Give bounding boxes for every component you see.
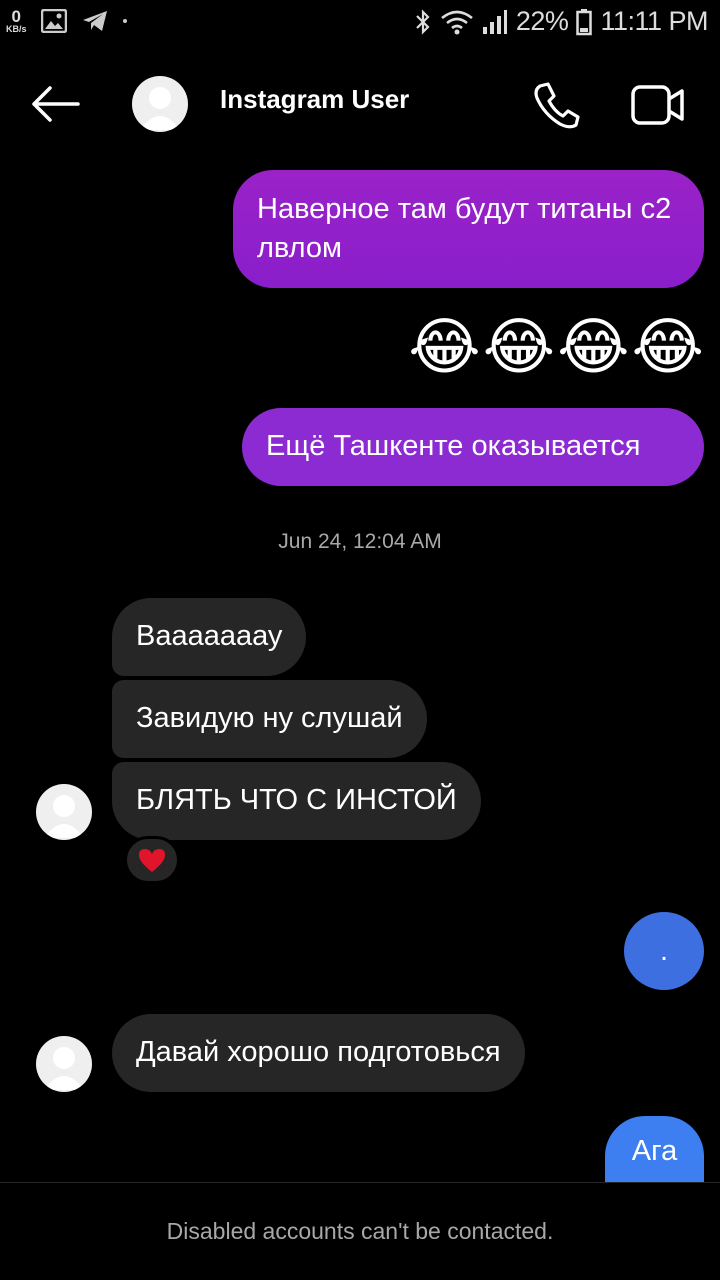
sender-avatar[interactable] xyxy=(36,1036,92,1092)
chat-screen: 0 KB/s 22% 11:11 PM Instagram User Навер… xyxy=(0,0,720,1280)
status-bar-left: 0 KB/s xyxy=(6,8,127,34)
gallery-icon xyxy=(40,9,67,33)
outgoing-emoji-message[interactable]: 😂 😂 😂 😂 xyxy=(408,310,704,386)
default-avatar-icon xyxy=(44,795,84,838)
back-arrow-icon[interactable] xyxy=(28,84,84,124)
telegram-icon xyxy=(82,11,107,31)
message-timestamp: Jun 24, 12:04 AM xyxy=(278,530,442,553)
contact-name[interactable]: Instagram User xyxy=(220,84,409,115)
composer-disabled-banner: Disabled accounts can't be contacted. xyxy=(0,1182,720,1280)
outgoing-message-text: . xyxy=(659,934,669,967)
tears-of-joy-emoji: 😂 xyxy=(557,313,630,382)
incoming-message[interactable]: Вааааааау xyxy=(112,598,307,676)
default-avatar-icon xyxy=(44,1047,84,1090)
disabled-account-notice: Disabled accounts can't be contacted. xyxy=(166,1218,554,1244)
heart-icon xyxy=(139,849,165,872)
incoming-message[interactable]: Завидую ну слушай xyxy=(112,680,427,758)
clock: 11:11 PM xyxy=(600,6,708,36)
network-speed: 0 KB/s xyxy=(6,8,27,34)
incoming-message[interactable]: БЛЯТЬ ЧТО С ИНСТОЙ xyxy=(112,762,481,840)
network-speed-unit: KB/s xyxy=(6,24,27,34)
wifi-icon xyxy=(441,10,473,34)
network-speed-value: 0 xyxy=(11,7,21,26)
status-bar-right: 22% 11:11 PM xyxy=(414,6,708,37)
outgoing-message[interactable]: Ещё Ташкенте оказывается xyxy=(242,408,704,486)
signal-icon xyxy=(482,9,507,34)
contact-avatar[interactable] xyxy=(132,76,188,132)
tears-of-joy-emoji: 😂 xyxy=(482,313,556,382)
incoming-message[interactable]: Давай хорошо подготовься xyxy=(112,1014,525,1092)
video-camera-icon[interactable] xyxy=(630,82,686,128)
outgoing-message[interactable]: . xyxy=(624,912,704,990)
battery-icon xyxy=(576,8,593,35)
chat-header: Instagram User xyxy=(0,70,720,140)
outgoing-message[interactable]: Ага xyxy=(605,1116,704,1186)
battery-percent: 22% xyxy=(515,6,569,36)
status-bar: 0 KB/s 22% 11:11 PM xyxy=(0,0,720,48)
phone-icon[interactable] xyxy=(530,80,582,130)
heart-reaction[interactable] xyxy=(124,836,180,884)
tears-of-joy-emoji: 😂 xyxy=(408,313,481,382)
tears-of-joy-emoji: 😂 xyxy=(631,313,704,382)
notification-dot-icon xyxy=(122,19,127,23)
sender-avatar[interactable] xyxy=(36,784,92,840)
default-avatar-icon xyxy=(140,87,180,130)
outgoing-message[interactable]: Наверное там будут титаны с2 лвлом xyxy=(233,170,704,288)
bluetooth-icon xyxy=(416,8,430,35)
